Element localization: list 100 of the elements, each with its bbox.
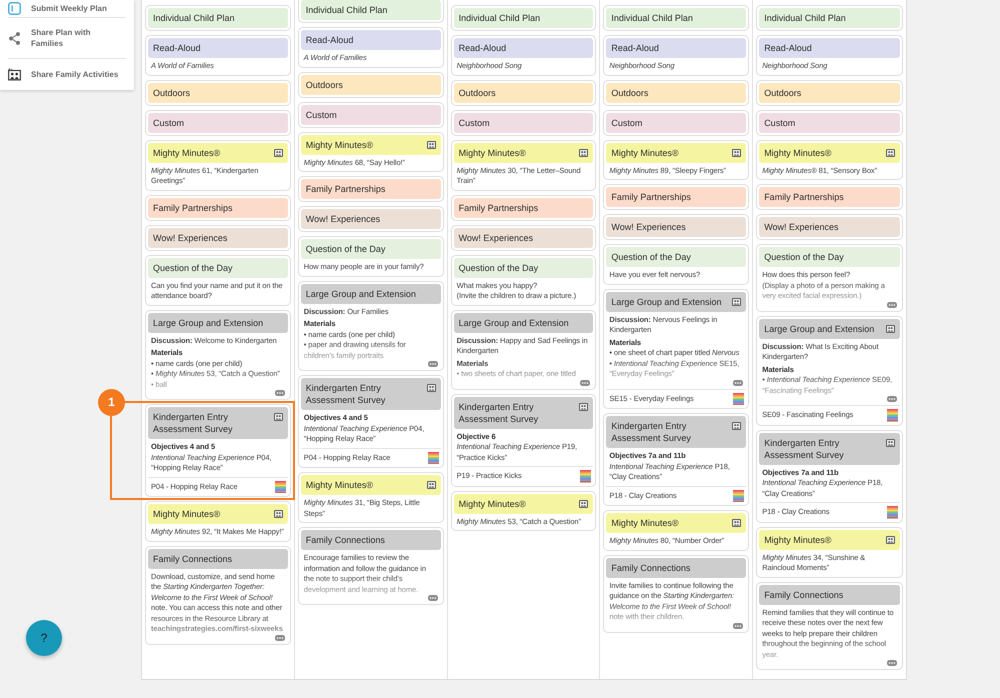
activity-title: Kindergarten Entry Assessment Survey — [458, 400, 540, 424]
activity-title: Wow! Experiences — [306, 213, 382, 225]
activity-title: Read-Aloud — [764, 42, 813, 54]
activity-card[interactable]: Custom — [603, 110, 750, 136]
activity-title: Family Connections — [153, 552, 234, 565]
more-icon[interactable] — [887, 396, 897, 402]
activity-card[interactable] — [603, 288, 750, 410]
activity-title: Custom — [458, 116, 491, 128]
activity-card[interactable]: Family Partnerships — [145, 194, 291, 220]
activity-title: Question of the Day — [306, 243, 386, 255]
activity-title: Mighty Minutes® — [306, 479, 374, 492]
activity-card[interactable]: Outdoors — [756, 80, 903, 106]
activity-card[interactable]: Outdoors — [603, 80, 750, 106]
activity-card[interactable]: Individual Child Plan — [298, 0, 444, 23]
more-icon[interactable] — [274, 390, 285, 396]
activity-card[interactable] — [145, 546, 291, 645]
sidebar-item[interactable]: Share Family Activities — [8, 59, 126, 90]
activity-title: Read-Aloud — [306, 34, 354, 46]
activity-title: Kindergarten Entry Assessment Survey — [611, 420, 692, 444]
activity-card[interactable]: Family Partnerships — [298, 176, 444, 202]
people-picture-icon[interactable] — [579, 402, 588, 410]
people-picture-icon[interactable] — [732, 422, 742, 430]
activity-title: Large Group and Extension — [306, 288, 417, 300]
activity-title: Custom — [764, 116, 796, 128]
people-picture-icon[interactable] — [886, 536, 895, 544]
activity-title: Mighty Minutes® — [458, 146, 527, 158]
people-picture-icon[interactable] — [886, 324, 895, 332]
rainbow-stripes-icon — [580, 470, 592, 483]
activity-title: Individual Child Plan — [764, 12, 847, 24]
activity-title: Family Partnerships — [458, 202, 540, 214]
sidebar-item[interactable]: Submit Weekly Plan — [8, 0, 126, 18]
activity-title: Mighty Minutes® — [458, 498, 527, 510]
activity-title: Family Partnerships — [153, 202, 234, 214]
activity-title: Question of the Day — [458, 262, 540, 274]
activity-title: Question of the Day — [153, 262, 234, 274]
rainbow-stripes-icon — [428, 452, 439, 464]
activity-card[interactable]: Family Partnerships — [603, 184, 750, 210]
activity-title: Outdoors — [153, 86, 192, 98]
people-picture-icon[interactable] — [426, 384, 436, 392]
activity-card[interactable]: Wow! Experiences — [450, 224, 596, 250]
people-picture-icon[interactable] — [274, 510, 283, 518]
people-picture-icon[interactable] — [886, 148, 895, 156]
activity-title: Family Partnerships — [611, 191, 692, 203]
activity-card[interactable]: Custom — [756, 110, 903, 136]
rainbow-stripes-icon — [887, 409, 898, 422]
activity-card[interactable]: Wow! Experiences — [145, 224, 291, 250]
activity-title: Kindergarten Entry Assessment Survey — [306, 382, 386, 406]
activity-title: Family Partnerships — [764, 191, 845, 203]
activity-card[interactable]: Custom — [298, 102, 444, 128]
people-picture-icon[interactable] — [886, 438, 895, 447]
people-picture-icon[interactable] — [274, 413, 283, 421]
people-picture-icon[interactable] — [579, 148, 588, 156]
activity-card[interactable]: Custom — [450, 110, 596, 136]
activity-card[interactable]: Wow! Experiences — [603, 214, 750, 240]
activity-card[interactable]: Family Partnerships — [756, 184, 903, 210]
activity-card[interactable]: Family Partnerships — [450, 194, 596, 220]
activity-card[interactable]: Outdoors — [298, 72, 444, 98]
activity-card[interactable]: Outdoors — [145, 80, 291, 106]
rainbow-stripes-icon — [733, 490, 744, 502]
help-button[interactable]: ? — [26, 620, 62, 656]
people-picture-icon[interactable] — [732, 148, 742, 156]
family-picture-icon — [8, 68, 21, 81]
activity-card[interactable]: Custom — [145, 110, 291, 136]
more-icon[interactable] — [428, 595, 438, 602]
activity-card[interactable]: Individual Child Plan — [756, 5, 903, 31]
activity-card[interactable]: Wow! Experiences — [756, 214, 903, 240]
activity-title: Mighty Minutes® — [764, 534, 832, 546]
activity-title: Outdoors — [458, 86, 497, 98]
people-picture-icon[interactable] — [732, 298, 742, 306]
activity-title: Mighty Minutes® — [611, 517, 680, 530]
more-icon[interactable] — [733, 622, 744, 629]
more-icon[interactable] — [274, 634, 285, 641]
people-picture-icon[interactable] — [426, 481, 436, 490]
activity-title: Outdoors — [611, 86, 650, 98]
activity-title: Individual Child Plan — [306, 4, 388, 16]
activity-title: Mighty Minutes® — [764, 146, 832, 158]
activity-card[interactable]: Wow! Experiences — [298, 206, 444, 232]
more-icon[interactable] — [428, 361, 438, 367]
activity-title: Read-Aloud — [153, 42, 202, 54]
activity-title: Kindergarten Entry Assessment Survey — [153, 411, 234, 435]
sidebar-item[interactable]: Share Plan with Families — [8, 18, 126, 59]
more-icon[interactable] — [580, 380, 590, 386]
more-icon[interactable] — [887, 302, 897, 308]
activity-title: Wow! Experiences — [458, 232, 534, 244]
people-picture-icon[interactable] — [732, 519, 742, 528]
activity-card[interactable]: Individual Child Plan — [145, 5, 291, 31]
more-icon[interactable] — [733, 380, 744, 386]
more-icon[interactable] — [887, 660, 897, 666]
activity-title: Wow! Experiences — [611, 221, 687, 233]
activity-title: Wow! Experiences — [153, 232, 228, 244]
activity-title: Outdoors — [764, 86, 802, 98]
activity-card[interactable]: Individual Child Plan — [450, 5, 596, 31]
people-picture-icon[interactable] — [274, 148, 283, 156]
activity-title: Mighty Minutes® — [153, 508, 222, 520]
people-picture-icon[interactable] — [426, 140, 436, 148]
share-icon — [8, 32, 21, 44]
activity-card[interactable]: Outdoors — [450, 80, 596, 106]
people-picture-icon[interactable] — [579, 500, 588, 508]
activity-card[interactable]: Individual Child Plan — [603, 5, 750, 31]
rainbow-stripes-icon — [733, 392, 744, 406]
